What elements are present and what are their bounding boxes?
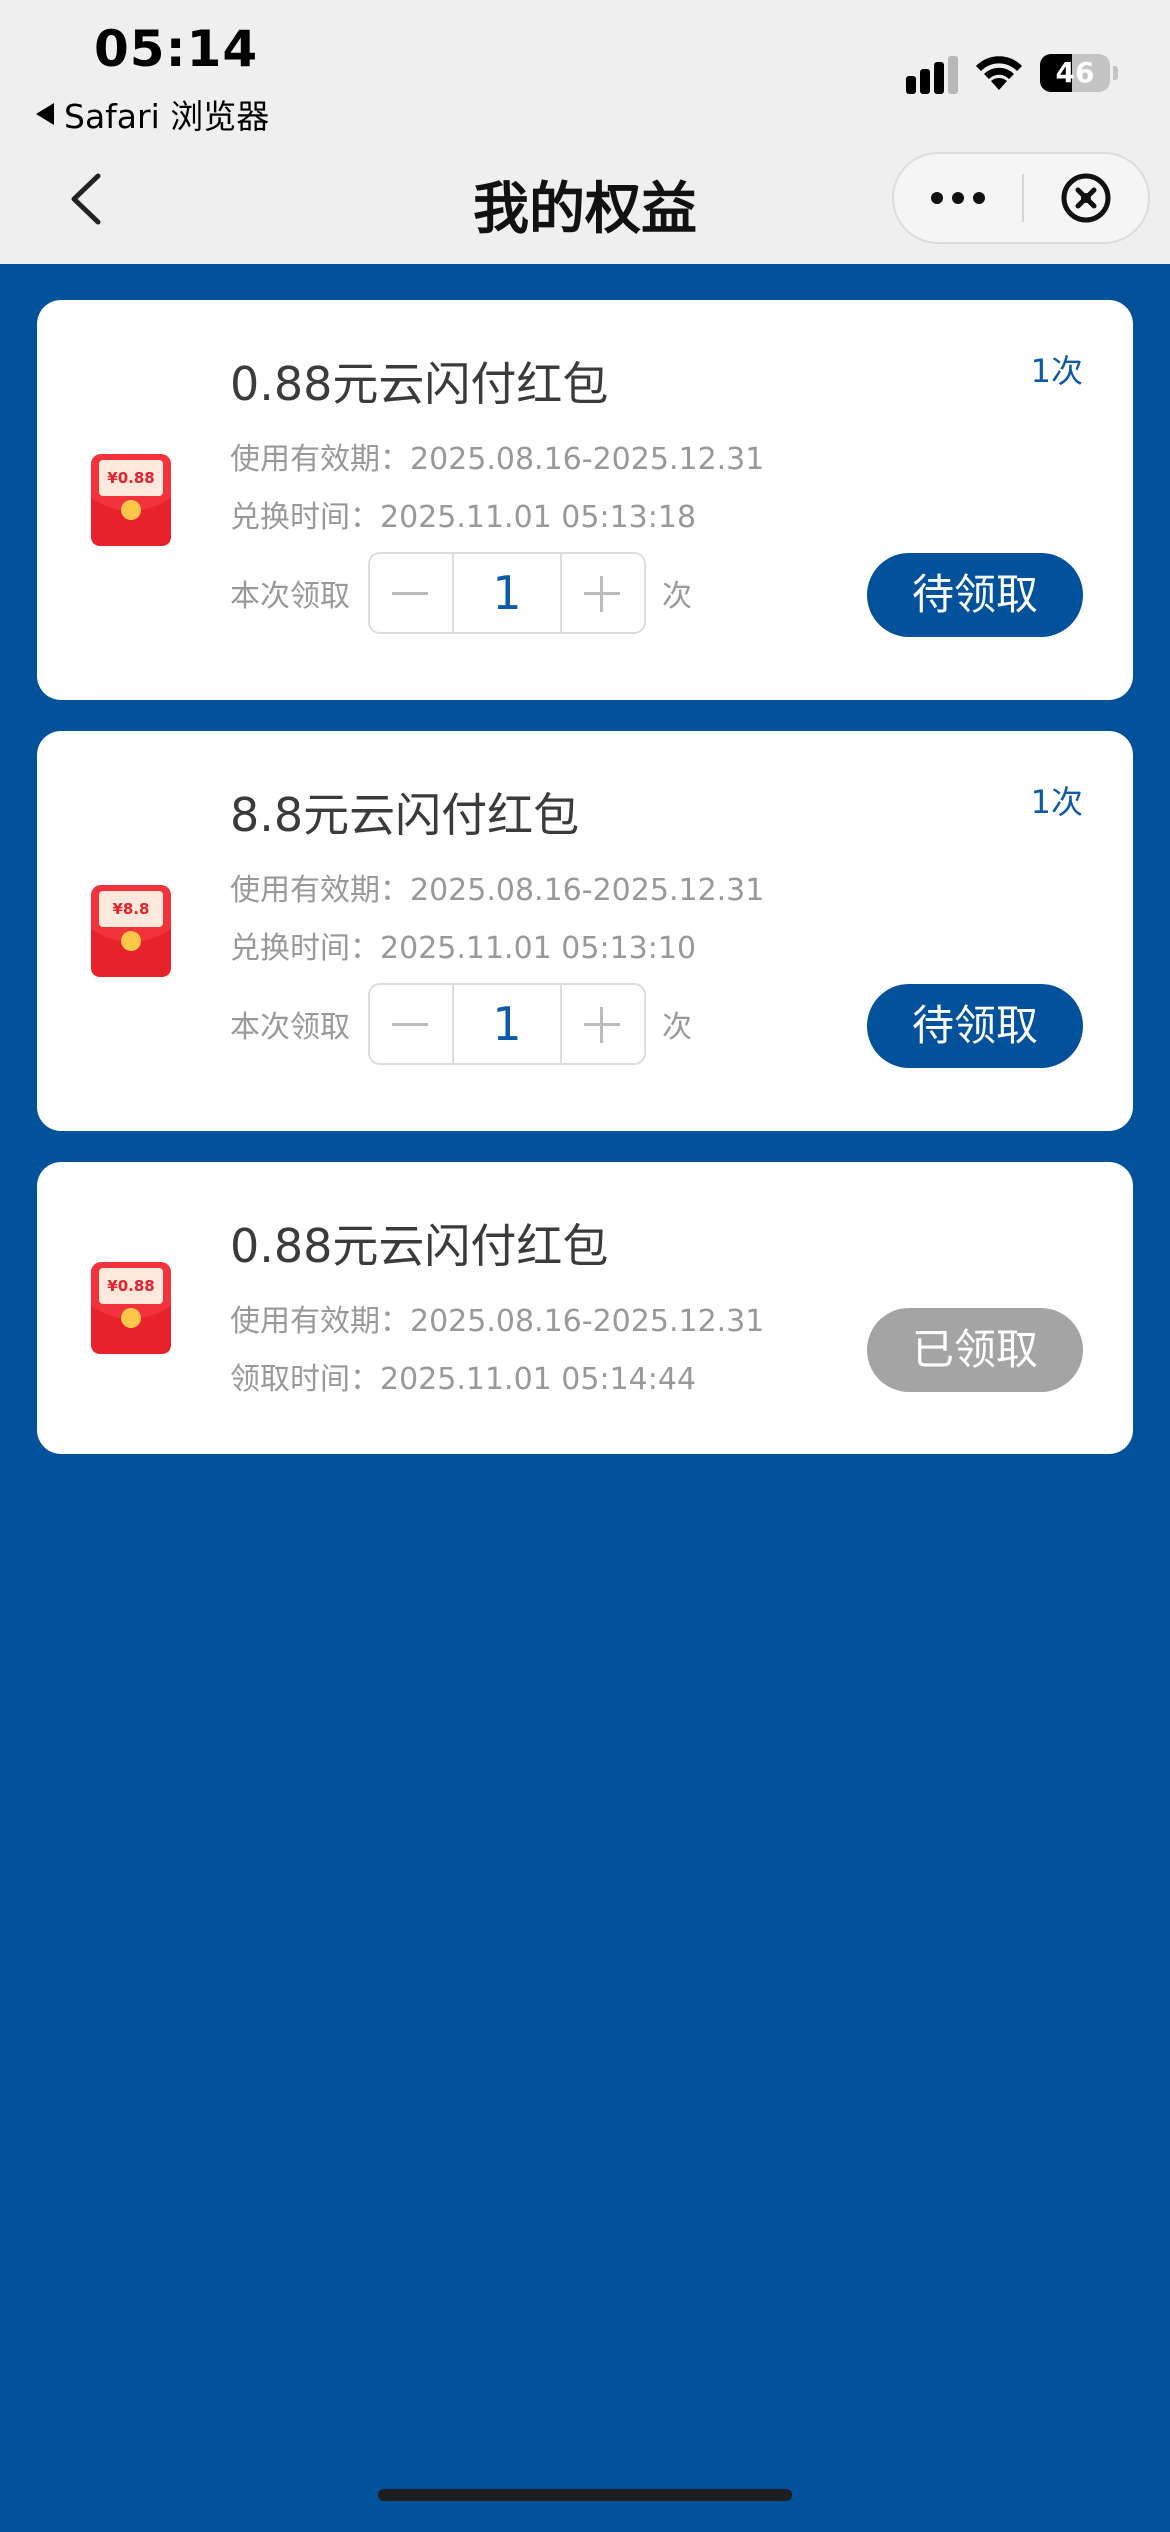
status-time: 05:14 xyxy=(94,20,259,78)
increment-button[interactable] xyxy=(560,985,644,1063)
claim-button[interactable]: 待领取 xyxy=(867,553,1083,637)
exchange-time: 兑换时间：2025.11.01 05:13:10 xyxy=(230,931,697,966)
close-circle-icon[interactable] xyxy=(1060,172,1112,224)
status-bar: 05:14 Safari 浏览器 46 xyxy=(0,0,1170,140)
claimed-button: 已领取 xyxy=(867,1308,1083,1392)
back-triangle-icon xyxy=(36,103,54,125)
quantity-unit: 次 xyxy=(662,1010,692,1045)
quantity-value[interactable]: 1 xyxy=(454,985,560,1063)
quantity-value[interactable]: 1 xyxy=(454,554,560,632)
validity-period: 使用有效期：2025.08.16-2025.12.31 xyxy=(230,442,765,477)
quantity-label: 本次领取 xyxy=(230,579,350,614)
quantity-stepper: 1 xyxy=(368,983,646,1065)
battery-tip xyxy=(1113,66,1118,80)
card-title: 8.8元云闪付红包 xyxy=(230,788,580,842)
benefit-card: ¥0.88 0.88元云闪付红包 使用有效期：2025.08.16-2025.1… xyxy=(37,1162,1133,1454)
battery-icon: 46 xyxy=(1040,54,1110,92)
capsule-divider xyxy=(1022,174,1024,222)
benefit-card: ¥0.88 0.88元云闪付红包 1次 使用有效期：2025.08.16-202… xyxy=(37,300,1133,700)
decrement-button[interactable] xyxy=(370,985,454,1063)
back-to-safari-link[interactable]: Safari 浏览器 xyxy=(36,90,269,138)
red-envelope-icon: ¥8.8 xyxy=(91,885,171,977)
cellular-signal-icon xyxy=(906,56,958,94)
quantity-unit: 次 xyxy=(662,579,692,614)
red-envelope-icon: ¥0.88 xyxy=(91,454,171,546)
quantity-row: 本次领取 1 次 xyxy=(230,551,692,635)
increment-button[interactable] xyxy=(560,554,644,632)
nav-bar: 我的权益 xyxy=(0,140,1170,264)
validity-period: 使用有效期：2025.08.16-2025.12.31 xyxy=(230,873,765,908)
more-options-button[interactable] xyxy=(894,154,1022,242)
count-badge: 1次 xyxy=(1030,352,1083,390)
claim-button[interactable]: 待领取 xyxy=(867,984,1083,1068)
quantity-row: 本次领取 1 次 xyxy=(230,982,692,1066)
battery-level: 46 xyxy=(1055,56,1095,89)
envelope-amount: ¥0.88 xyxy=(107,1277,154,1295)
wifi-icon xyxy=(976,56,1022,90)
more-dots-icon xyxy=(931,192,943,204)
card-title: 0.88元云闪付红包 xyxy=(230,357,609,411)
back-app-label: Safari 浏览器 xyxy=(64,97,270,136)
card-title: 0.88元云闪付红包 xyxy=(230,1219,609,1273)
benefit-card: ¥8.8 8.8元云闪付红包 1次 使用有效期：2025.08.16-2025.… xyxy=(37,731,1133,1131)
quantity-stepper: 1 xyxy=(368,552,646,634)
exchange-time: 兑换时间：2025.11.01 05:13:18 xyxy=(230,500,697,535)
claim-time: 领取时间：2025.11.01 05:14:44 xyxy=(230,1362,697,1397)
count-badge: 1次 xyxy=(1030,783,1083,821)
mini-program-capsule xyxy=(892,152,1150,244)
red-envelope-icon: ¥0.88 xyxy=(91,1262,171,1354)
home-indicator xyxy=(378,2489,792,2501)
quantity-label: 本次领取 xyxy=(230,1010,350,1045)
envelope-amount: ¥8.8 xyxy=(112,900,149,918)
validity-period: 使用有效期：2025.08.16-2025.12.31 xyxy=(230,1304,765,1339)
envelope-amount: ¥0.88 xyxy=(107,469,154,487)
decrement-button[interactable] xyxy=(370,554,454,632)
